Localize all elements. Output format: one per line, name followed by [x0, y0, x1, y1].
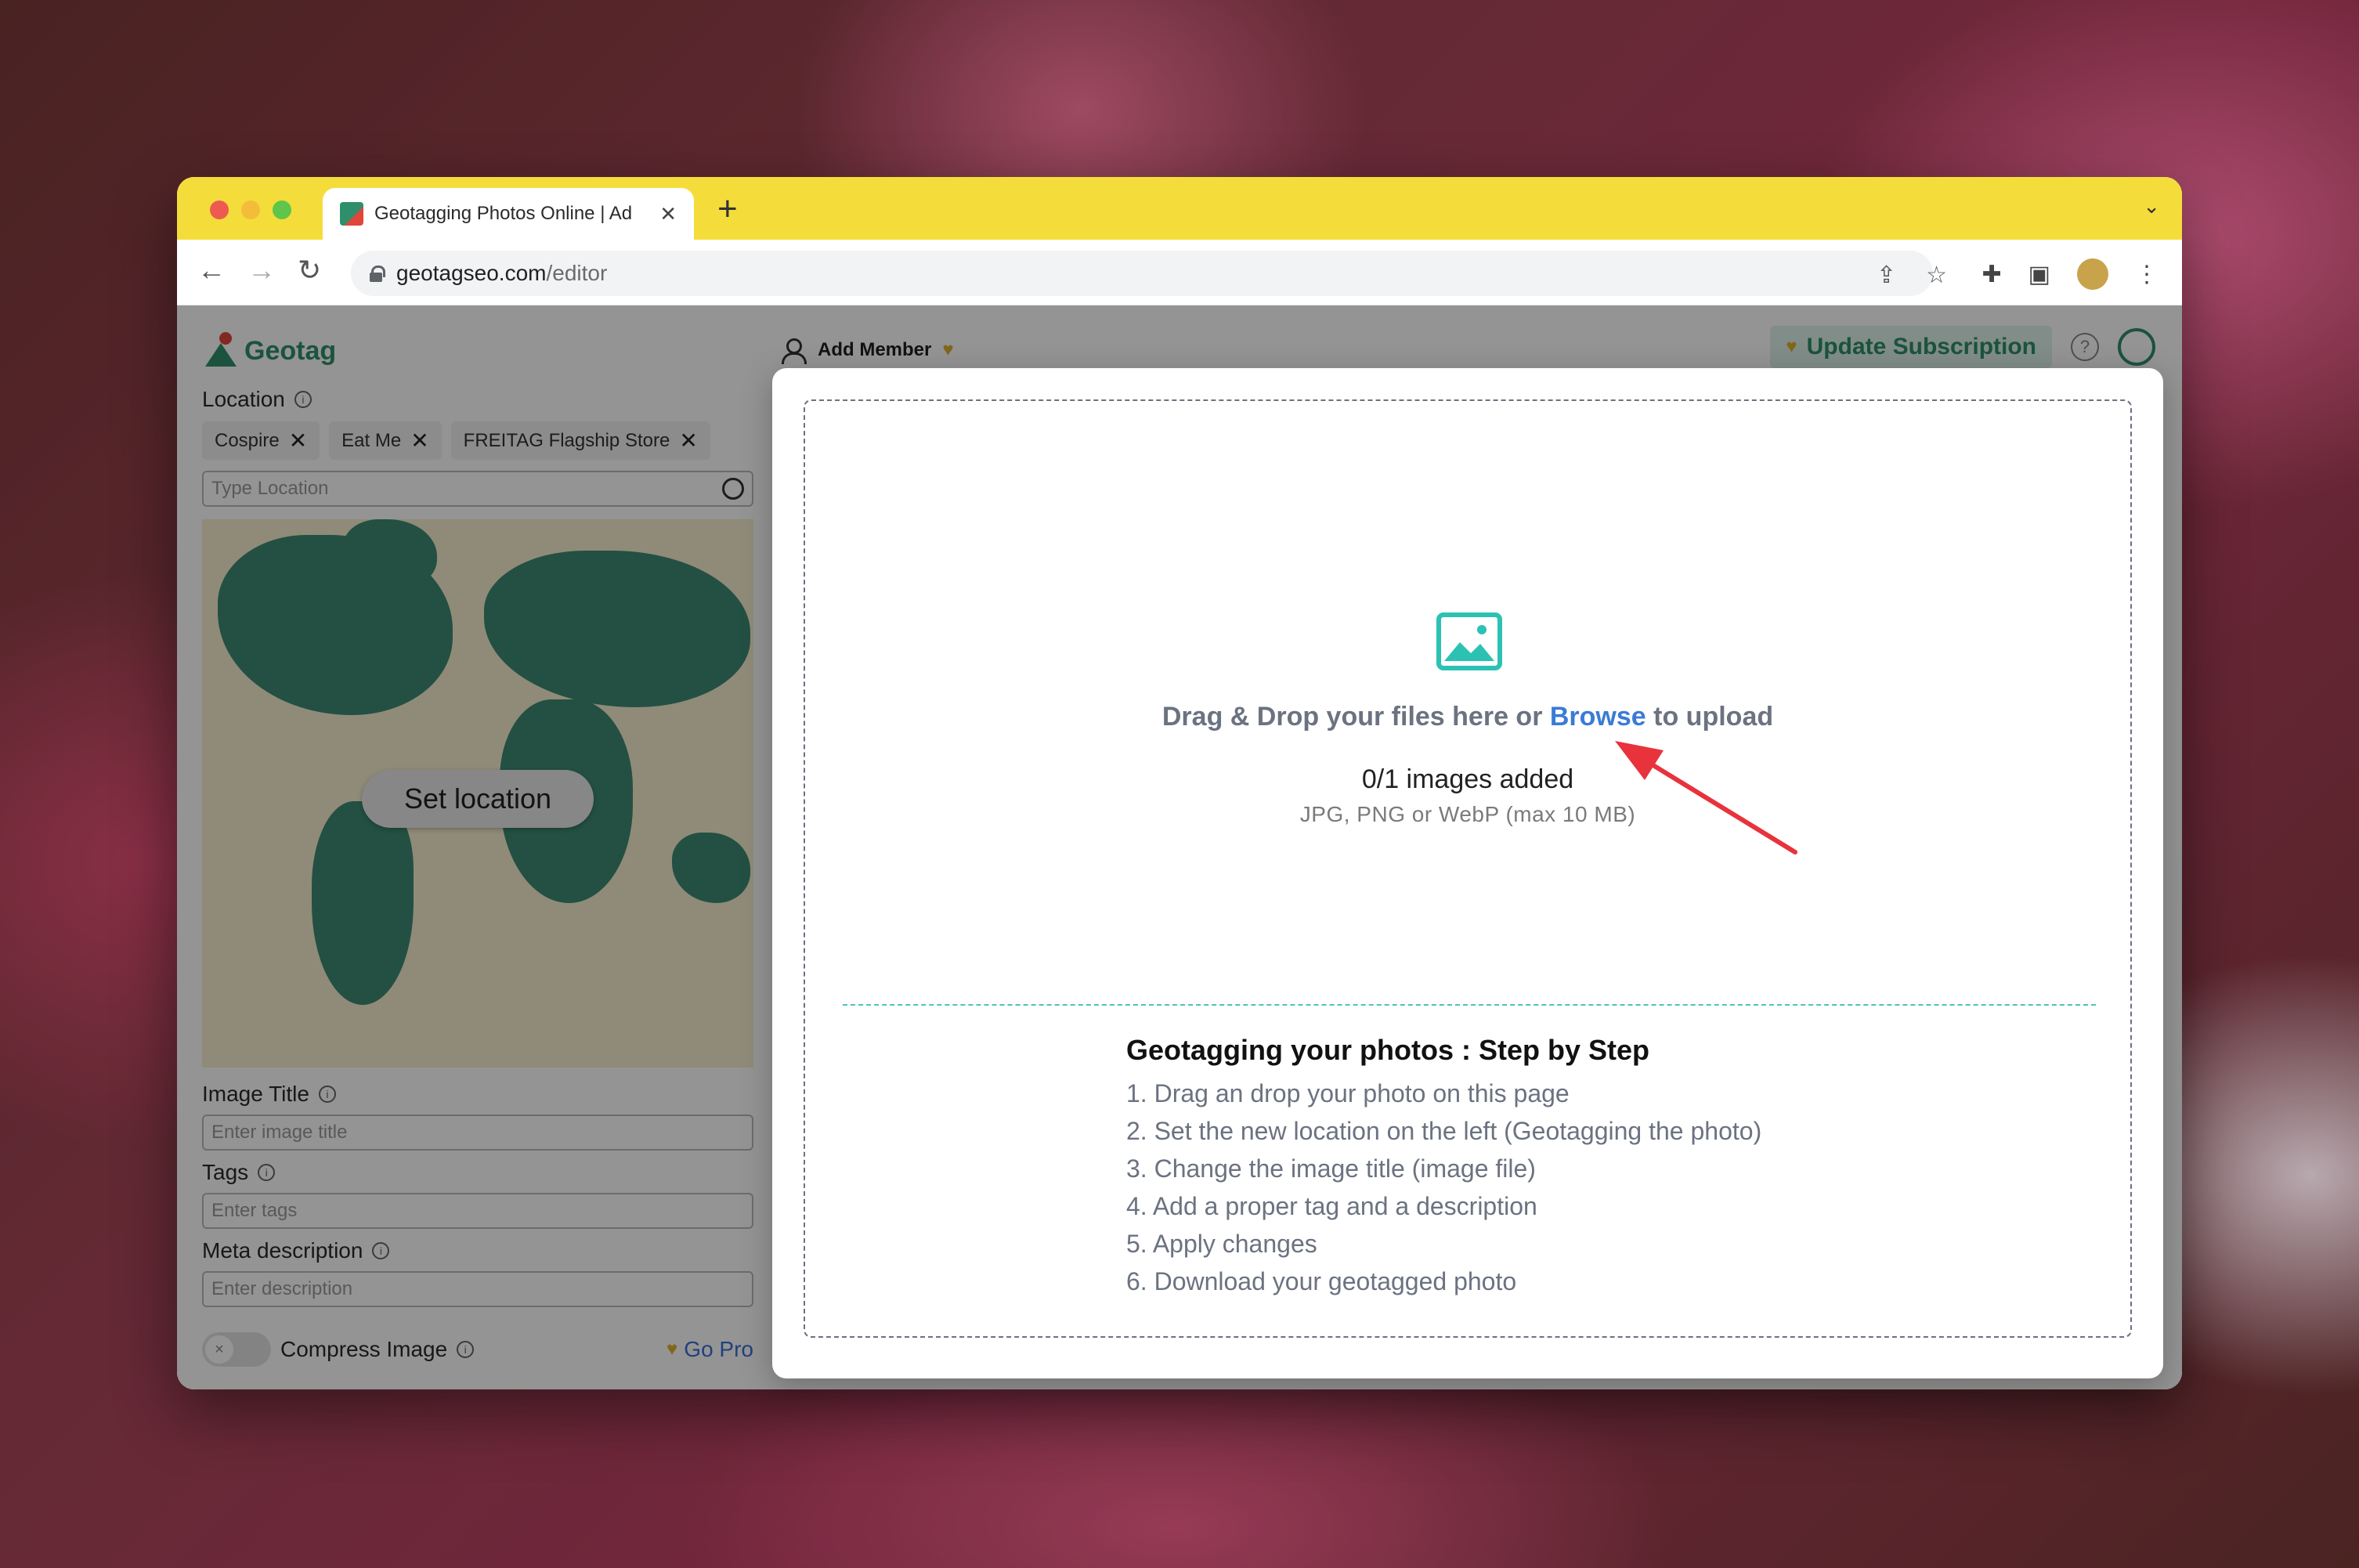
url-host: geotagseo.com	[396, 261, 547, 285]
browse-link[interactable]: Browse	[1550, 702, 1646, 732]
new-tab-button[interactable]: +	[717, 190, 738, 229]
url-path: /editor	[546, 261, 608, 285]
bookmark-star-icon[interactable]: ☆	[1926, 262, 1947, 289]
step-item: 2. Set the new location on the left (Geo…	[1126, 1117, 1762, 1145]
minimize-window-button[interactable]	[241, 201, 260, 219]
address-bar: ← → ↻ geotagseo.com/editor ⇪ ☆ ✚ ▣ ⋮	[177, 240, 2182, 305]
reload-icon[interactable]: ↻	[298, 254, 321, 287]
browser-menu-icon[interactable]: ⋮	[2135, 261, 2159, 288]
browser-tab[interactable]: Geotagging Photos Online | Ad ✕	[323, 188, 694, 240]
upload-modal: Drag & Drop your files here or Browse to…	[772, 368, 2163, 1378]
zoom-window-button[interactable]	[273, 201, 291, 219]
file-dropzone[interactable]: Drag & Drop your files here or Browse to…	[804, 399, 2132, 1338]
tab-bar: Geotagging Photos Online | Ad ✕ + ⌄	[177, 177, 2182, 240]
forward-icon[interactable]: →	[247, 254, 276, 287]
profile-avatar[interactable]	[2077, 258, 2108, 290]
tab-close-icon[interactable]: ✕	[659, 202, 677, 226]
tab-search-chevron-icon[interactable]: ⌄	[2143, 194, 2160, 219]
drop-instruction: Drag & Drop your files here or Browse to…	[805, 702, 2130, 732]
share-icon[interactable]: ⇪	[1877, 262, 1896, 289]
step-item: 1. Drag an drop your photo on this page	[1126, 1079, 1570, 1107]
step-item: 4. Add a proper tag and a description	[1126, 1192, 1537, 1220]
image-upload-icon	[1436, 612, 1502, 670]
favicon-icon	[340, 202, 363, 226]
step-item: 5. Apply changes	[1126, 1230, 1317, 1258]
drop-prefix-text: Drag & Drop your files here or	[1161, 702, 1550, 732]
images-added-count: 0/1 images added	[1361, 764, 1574, 794]
steps-title: Geotagging your photos : Step by Step	[1126, 1034, 1650, 1066]
step-by-step-guide: Geotagging your photos : Step by Step 1.…	[1126, 1034, 1909, 1300]
drop-suffix-text: to upload	[1646, 702, 1774, 732]
step-item: 6. Download your geotagged photo	[1126, 1267, 1517, 1295]
side-panel-icon[interactable]: ▣	[2028, 261, 2050, 288]
back-icon[interactable]: ←	[197, 254, 226, 287]
extensions-puzzle-icon[interactable]: ✚	[1982, 261, 2002, 288]
close-window-button[interactable]	[210, 201, 229, 219]
file-format-hint: JPG, PNG or WebP (max 10 MB)	[1299, 802, 1636, 826]
section-divider	[843, 1004, 2096, 1006]
url-field[interactable]: geotagseo.com/editor	[351, 251, 1933, 296]
lock-icon	[370, 266, 385, 282]
step-item: 3. Change the image title (image file)	[1126, 1154, 1536, 1183]
tab-title: Geotagging Photos Online | Ad	[374, 203, 633, 224]
